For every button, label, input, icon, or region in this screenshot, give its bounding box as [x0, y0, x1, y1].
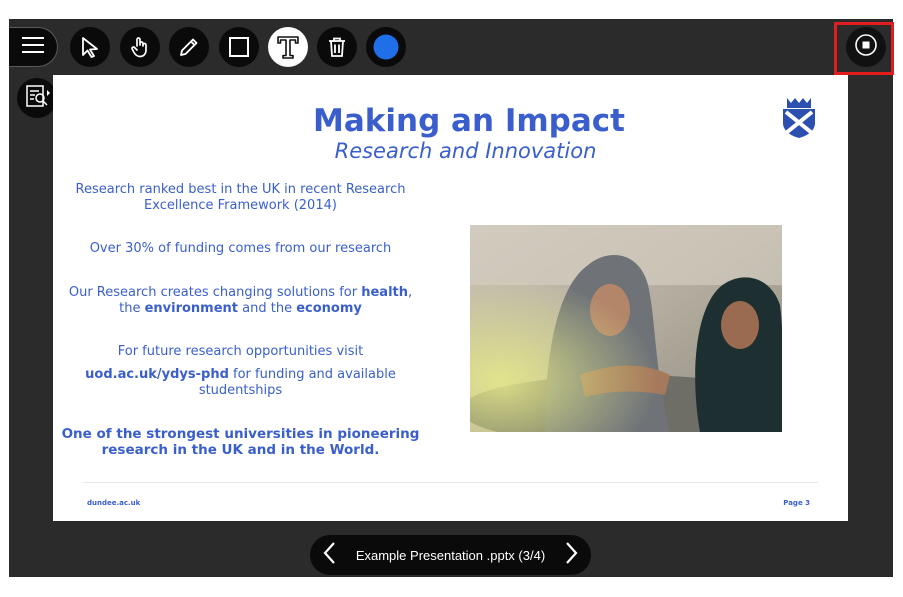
economy-keyword: economy — [296, 301, 362, 316]
the-text: the — [119, 301, 145, 316]
trash-icon — [325, 35, 349, 59]
presentation-title: Example Presentation .pptx (3/4) — [355, 547, 546, 563]
delete-tool-button[interactable] — [317, 27, 357, 67]
pan-tool-button[interactable] — [120, 27, 160, 67]
bullet-ranking: Research ranked best in the UK in recent… — [75, 182, 406, 213]
and-text: and the — [238, 301, 297, 316]
bullet-opportunities: For future research opportunities visit … — [53, 344, 428, 399]
footer-website: dundee.ac.uk — [87, 499, 141, 507]
environment-keyword: environment — [144, 301, 239, 316]
comma: , — [408, 285, 413, 300]
stop-sharing-button[interactable] — [846, 27, 886, 67]
chevron-right-icon — [563, 541, 579, 569]
color-dot-icon — [372, 33, 400, 61]
slide-subtitle: Research and Innovation — [334, 139, 597, 163]
footer-page-number: Page 3 — [783, 499, 810, 507]
pencil-icon — [177, 35, 201, 59]
bullet-funding: Over 30% of funding comes from our resea… — [89, 241, 392, 256]
slide-title: Making an Impact — [313, 103, 625, 139]
bullet-solutions-text: Our Research creates changing solutions … — [68, 285, 362, 300]
opportunities-text: For future research opportunities visit — [117, 344, 364, 359]
arrow-cursor-icon — [78, 35, 102, 59]
funding-text: for funding and available studentships — [198, 367, 396, 398]
previous-slide-button[interactable] — [310, 535, 350, 575]
pointer-tool-button[interactable] — [70, 27, 110, 67]
next-slide-button[interactable] — [551, 535, 591, 575]
bullet-strongest: One of the strongest universities in pio… — [61, 426, 420, 458]
health-keyword: health — [361, 285, 408, 300]
phd-link[interactable]: uod.ac.uk/ydys-phd — [85, 367, 229, 383]
students-photo — [470, 225, 782, 432]
footer-divider — [83, 482, 818, 483]
slide-canvas: Making an Impact Research and Innovation… — [53, 75, 848, 521]
text-icon — [275, 34, 301, 60]
stop-icon — [854, 33, 878, 61]
shape-tool-button[interactable] — [219, 27, 259, 67]
pen-tool-button[interactable] — [169, 27, 209, 67]
chevron-left-icon — [322, 541, 338, 569]
university-crest-logo — [781, 95, 817, 139]
menu-button[interactable] — [9, 27, 58, 67]
hamburger-icon — [21, 36, 45, 58]
color-picker-button[interactable] — [366, 27, 406, 67]
text-tool-button[interactable] — [268, 27, 308, 67]
bullet-solutions: Our Research creates changing solutions … — [53, 285, 428, 317]
square-icon — [227, 35, 251, 59]
hand-icon — [128, 35, 152, 59]
slide-navigation-bar: Example Presentation .pptx (3/4) — [310, 535, 591, 575]
